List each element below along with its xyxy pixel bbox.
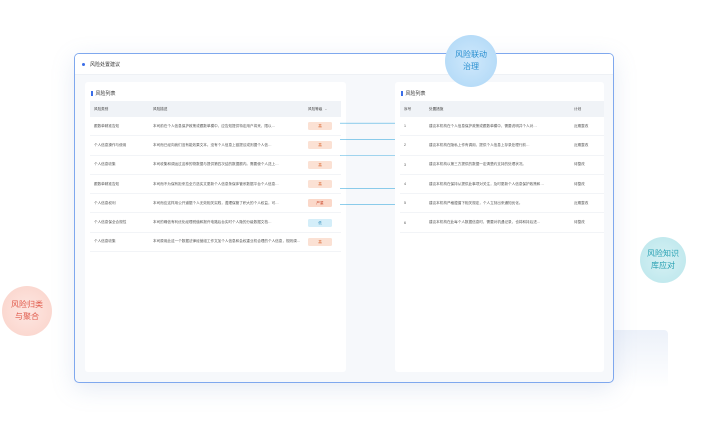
measure-index: 6 xyxy=(400,212,425,233)
measure-text: 建议本机构在保持从提供此事项对关注，及时更新个人信息保护政策和… xyxy=(425,174,570,195)
bubble-knowledge-base: 风险知识 库应对 xyxy=(640,237,686,283)
measure-index: 3 xyxy=(400,155,425,175)
measure-row[interactable]: 1 建议本机构在个人信息保护政策或跟数单模中，需要说明并个人对… 近期整改 xyxy=(400,117,604,137)
measure-plan: 待整改 xyxy=(570,212,604,233)
measure-plan: 待整改 xyxy=(570,155,604,175)
measure-plan: 近期整改 xyxy=(570,193,604,214)
measure-text: 建议本机构在隐私上作有调用，提供个人信息上存录处理行前… xyxy=(425,135,570,156)
measure-index: 1 xyxy=(400,117,425,137)
measure-row[interactable]: 4 建议本机构在保持从提供此事项对关注，及时更新个人信息保护政策和… 待整改 xyxy=(400,174,604,195)
bubble-linkage-governance: 风险联动 治理 xyxy=(445,35,497,87)
measure-plan: 近期整改 xyxy=(570,117,604,137)
measure-row[interactable]: 3 建议本机构以第三方提供的数据一定清楚约支持的处理状况。 待整改 xyxy=(400,155,604,175)
col-plan: 计划 xyxy=(570,101,604,117)
col-measure: 处置措施 xyxy=(425,101,570,117)
measure-plan: 待整改 xyxy=(570,174,604,195)
title-bar-icon xyxy=(401,90,403,96)
measure-plan: 近期整改 xyxy=(570,135,604,156)
measures-title: 风险列表 xyxy=(395,82,604,98)
measure-text: 建议本机构在此每个人数据信息时，需要对机遇记录，也将和持后进… xyxy=(425,212,570,233)
app-window: 风险处置建议 风险列表 风险类别 风险描述 风险等级 ⌄ 跟数单精准告知 本司前在个… xyxy=(74,53,614,383)
measures-table: 序号 处置措施 计划 1 建议本机构在个人信息保护政策或跟数单模中，需要说明并个人… xyxy=(400,101,604,233)
measure-row[interactable]: 5 建议本机构严格遵循下相关规定，个人立刻出来通知优化。 近期整改 xyxy=(400,193,604,214)
measure-text: 建议本机构在个人信息保护政策或跟数单模中，需要说明并个人对… xyxy=(425,117,570,137)
measure-index: 4 xyxy=(400,174,425,195)
measures-panel: 风险列表 序号 处置措施 计划 1 建议本机构在个人信息保护政策或跟数单模中，需要… xyxy=(395,82,604,372)
measure-index: 2 xyxy=(400,135,425,156)
bubble-classification: 风险归类 与聚合 xyxy=(2,286,52,336)
measure-row[interactable]: 2 建议本机构在隐私上作有调用，提供个人信息上存录处理行前… 近期整改 xyxy=(400,135,604,156)
measure-text: 建议本机构以第三方提供的数据一定清楚约支持的处理状况。 xyxy=(425,155,570,175)
measure-index: 5 xyxy=(400,193,425,214)
measure-text: 建议本机构严格遵循下相关规定，个人立刻出来通知优化。 xyxy=(425,193,570,214)
measure-row[interactable]: 6 建议本机构在此每个人数据信息时，需要对机遇记录，也将和持后进… 待整改 xyxy=(400,212,604,233)
col-index: 序号 xyxy=(400,101,425,117)
